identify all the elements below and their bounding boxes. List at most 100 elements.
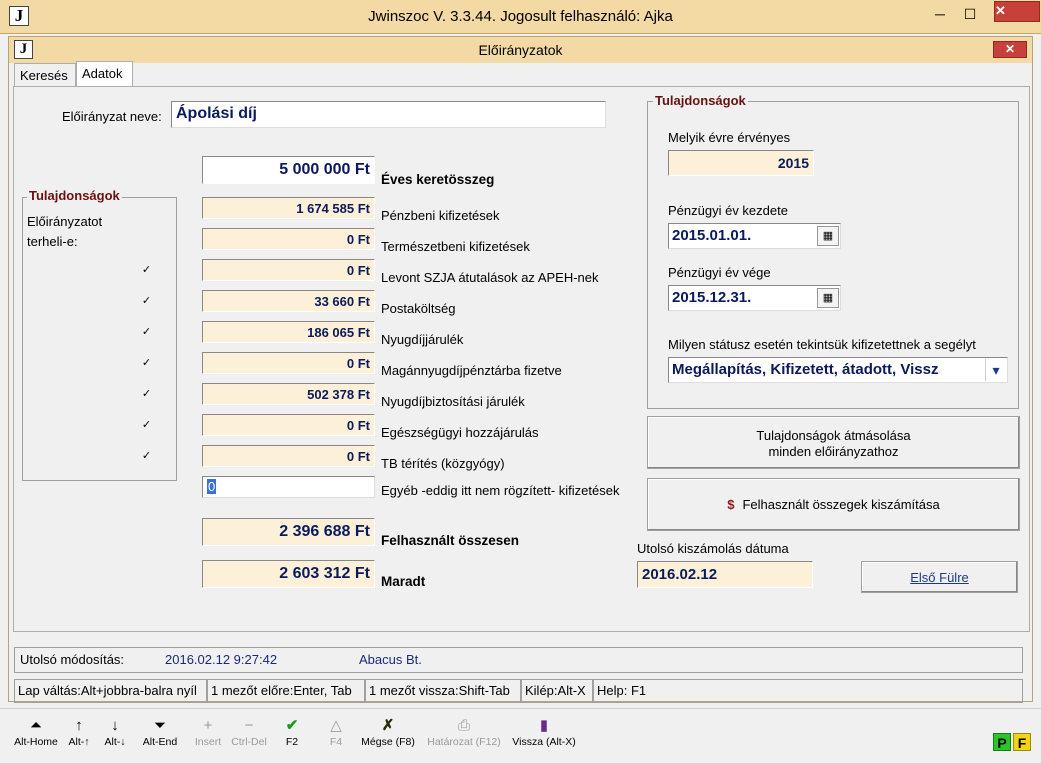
insert-label: Insert xyxy=(194,736,222,748)
left-group-title: Tulajdonságok xyxy=(27,188,122,203)
maximize-icon[interactable]: ☐ xyxy=(960,4,980,25)
left-group-line2: terheli-e: xyxy=(27,234,78,249)
exit-door-icon: ▮ xyxy=(539,717,549,734)
expense-amount-field[interactable]: 0 Ft xyxy=(202,445,375,467)
cancel-x-icon: ✗ xyxy=(381,717,395,734)
modified-timestamp: 2016.02.12 9:27:42 xyxy=(165,652,278,667)
first-record-icon: ⏶ xyxy=(29,717,42,734)
arrow-up-icon: ↑ xyxy=(75,717,83,734)
tab-kereses[interactable]: Keresés xyxy=(14,63,76,86)
other-payments-input[interactable]: 0 xyxy=(202,476,375,498)
next-record-label: Alt-↓ xyxy=(104,736,126,748)
expense-label: Nyugdíjbiztosítási járulék xyxy=(381,394,525,409)
annual-amount-field[interactable]: 5 000 000 Ft xyxy=(202,156,375,184)
expense-checkbox[interactable]: ✓ xyxy=(141,451,152,462)
annual-amount-label: Éves keretösszeg xyxy=(381,172,495,187)
back-button[interactable]: ▮ Vissza (Alt-X) xyxy=(510,716,578,756)
expense-amount-field[interactable]: 0 Ft xyxy=(202,352,375,374)
f4-label: F4 xyxy=(329,736,343,748)
first-record-button[interactable]: ⏶ Alt-Home xyxy=(12,716,60,756)
prev-record-button[interactable]: ↑ Alt-↑ xyxy=(64,716,94,756)
used-total-label: Felhasznált összesen xyxy=(381,533,520,548)
fiscal-start-input[interactable]: 2015.01.01. xyxy=(668,223,841,249)
hint-next-field: 1 mezőt előre:Enter, Tab xyxy=(207,679,365,703)
expense-label: Természetbeni kifizetések xyxy=(381,239,530,254)
expense-checkbox[interactable]: ✓ xyxy=(141,389,152,400)
chevron-down-icon[interactable]: ▾ xyxy=(985,359,1006,381)
fiscal-end-value: 2015.12.31. xyxy=(672,289,752,306)
expense-amount-field[interactable]: 0 Ft xyxy=(202,259,375,281)
last-record-button[interactable]: ⏷ Alt-End xyxy=(138,716,182,756)
decision-button[interactable]: ⎙ Határozat (F12) xyxy=(424,716,504,756)
last-record-icon: ⏷ xyxy=(153,717,166,734)
outer-window-title: Jwinszoc V. 3.3.44. Jogosult felhasználó… xyxy=(368,8,673,25)
inner-close-button[interactable]: ✕ xyxy=(993,41,1027,58)
calendar-icon[interactable]: ▦ xyxy=(817,226,839,246)
left-group-line1: Előirányzatot xyxy=(27,214,103,229)
save-button[interactable]: ✔ F2 xyxy=(278,716,306,756)
delete-button[interactable]: − Ctrl-Del xyxy=(229,716,269,756)
fiscal-start-value: 2015.01.01. xyxy=(672,227,752,244)
expense-checkbox[interactable]: ✓ xyxy=(141,265,152,276)
save-label: F2 xyxy=(285,736,299,748)
modified-label: Utolsó módosítás: xyxy=(20,652,125,667)
expense-amount-field[interactable]: 186 065 Ft xyxy=(202,321,375,343)
expense-amount-field[interactable]: 33 660 Ft xyxy=(202,290,375,312)
inner-window-title: Előirányzatok xyxy=(478,42,563,58)
name-label: Előirányzat neve: xyxy=(62,109,162,124)
hint-exit: Kilép:Alt-X xyxy=(521,679,593,703)
expense-label: Pénzbeni kifizetések xyxy=(381,208,500,223)
expense-label: Postaköltség xyxy=(381,301,456,316)
expense-checkbox[interactable]: ✓ xyxy=(141,296,152,307)
status-select-value: Megállapítás, Kifizetett, átadott, Vissz xyxy=(672,361,939,378)
hint-prev-field: 1 mezőt vissza:Shift-Tab xyxy=(365,679,521,703)
calendar-icon[interactable]: ▦ xyxy=(817,288,839,308)
back-label: Vissza (Alt-X) xyxy=(512,736,576,748)
expense-label: TB térítés (közgyógy) xyxy=(381,456,505,471)
minimize-icon[interactable]: ─ xyxy=(930,4,950,25)
first-tab-button[interactable]: Első Fülre xyxy=(861,561,1018,593)
f-indicator: F xyxy=(1013,733,1031,751)
minus-icon: − xyxy=(244,717,254,734)
status-select-label: Milyen státusz esetén tekintsük kifizete… xyxy=(668,337,976,352)
expense-amount-field[interactable]: 0 Ft xyxy=(202,414,375,436)
expense-amount-field[interactable]: 1 674 585 Ft xyxy=(202,197,375,219)
year-label: Melyik évre érvényes xyxy=(668,130,791,145)
name-input[interactable]: Ápolási díj xyxy=(171,101,606,128)
p-indicator: P xyxy=(993,733,1011,751)
printer-icon: ⎙ xyxy=(457,717,470,734)
dollar-icon: $ xyxy=(727,497,735,512)
arrow-down-icon: ↓ xyxy=(111,717,119,734)
expense-checkbox[interactable]: ✓ xyxy=(141,327,152,338)
outer-close-button[interactable]: ✕ xyxy=(994,1,1040,22)
used-total-field: 2 396 688 Ft xyxy=(202,518,375,546)
last-calc-field: 2016.02.12 xyxy=(637,561,813,588)
copy-properties-button[interactable]: Tulajdonságok átmásolása minden előirány… xyxy=(647,416,1020,469)
right-group-title: Tulajdonságok xyxy=(653,93,748,108)
expense-checkbox[interactable]: ✓ xyxy=(141,358,152,369)
calculate-used-label: Felhasznált összegek kiszámítása xyxy=(742,497,940,512)
cancel-button[interactable]: ✗ Mégse (F8) xyxy=(358,716,418,756)
fiscal-start-label: Pénzügyi év kezdete xyxy=(668,203,788,218)
year-field[interactable]: 2015 xyxy=(668,150,814,176)
expense-checkbox[interactable]: ✓ xyxy=(141,420,152,431)
remaining-label: Maradt xyxy=(381,574,426,589)
fiscal-end-label: Pénzügyi év vége xyxy=(668,265,771,280)
checkmark-icon: ✔ xyxy=(285,717,299,734)
insert-button[interactable]: + Insert xyxy=(191,716,225,756)
expense-amount-field[interactable]: 0 Ft xyxy=(202,228,375,250)
cancel-label: Mégse (F8) xyxy=(361,736,415,748)
copy-properties-line1: Tulajdonságok átmásolása xyxy=(756,428,911,443)
fiscal-end-input[interactable]: 2015.12.31. xyxy=(668,285,841,311)
expense-amount-field[interactable]: 502 378 Ft xyxy=(202,383,375,405)
plus-icon: + xyxy=(203,717,213,734)
last-record-label: Alt-End xyxy=(142,736,178,748)
calculate-used-button[interactable]: $ Felhasznált összegek kiszámítása xyxy=(647,478,1020,531)
next-record-button[interactable]: ↓ Alt-↓ xyxy=(100,716,130,756)
f4-button[interactable]: △ F4 xyxy=(322,716,350,756)
decision-label: Határozat (F12) xyxy=(427,736,501,748)
hint-tab-switch: Lap váltás:Alt+jobbra-balra nyíl xyxy=(14,679,207,703)
status-select[interactable]: Megállapítás, Kifizetett, átadott, Vissz xyxy=(668,357,1008,383)
tab-adatok[interactable]: Adatok xyxy=(76,61,133,86)
expense-label: Nyugdíjjárulék xyxy=(381,332,464,347)
